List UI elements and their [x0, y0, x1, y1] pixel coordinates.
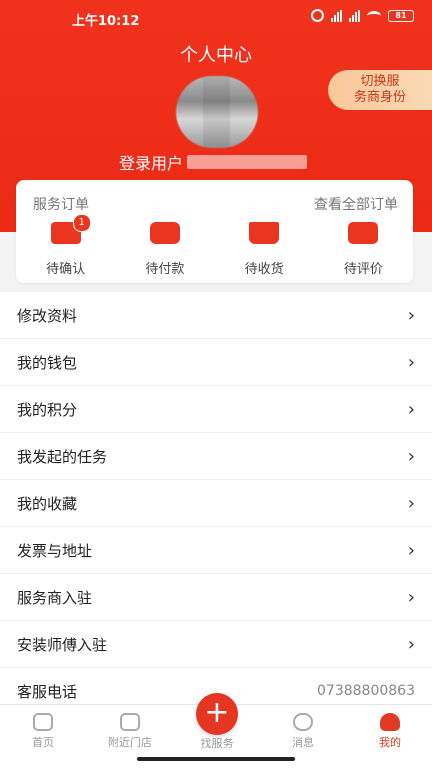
login-prefix: 登录用户 [119, 154, 184, 173]
switch-role-line1: 切换服 [360, 74, 400, 89]
service-phone-number[interactable]: 07388800863 [317, 683, 415, 699]
tab-label: 附近门店 [108, 736, 152, 749]
menu-label: 安装师傅入驻 [17, 635, 108, 654]
view-all-orders-link[interactable]: 查看全部订单 [314, 194, 398, 214]
orders-title: 服务订单 [33, 197, 89, 213]
menu-label: 我的收藏 [17, 494, 78, 513]
blurred-username [187, 155, 308, 169]
battery-icon: 81 [388, 9, 414, 22]
pending-count-badge: 1 [72, 214, 91, 232]
chevron-right-icon: › [407, 586, 415, 608]
order-pending-payment[interactable]: 待付款 [129, 222, 201, 277]
tab-label: 首页 [32, 736, 54, 749]
user-icon [380, 713, 400, 731]
chevron-right-icon: › [407, 445, 415, 467]
order-label: 待付款 [145, 262, 185, 277]
tab-messages[interactable]: 消息 [263, 713, 343, 750]
profile-menu: 修改资料 › 我的钱包 › 我的积分 › 我发起的任务 › 我的收藏 › 发票与… [0, 292, 432, 715]
tab-label: 找服务 [200, 737, 234, 750]
status-time: 上午10:12 [72, 14, 140, 29]
wifi-icon [367, 10, 381, 21]
chat-bubble-icon [348, 222, 379, 244]
menu-my-favorites[interactable]: 我的收藏 › [0, 480, 432, 527]
store-icon [120, 713, 140, 731]
chevron-right-icon: › [407, 539, 415, 561]
alarm-icon [311, 9, 324, 22]
menu-invoice-address[interactable]: 发票与地址 › [0, 527, 432, 574]
switch-role-button[interactable]: 切换服 务商身份 [328, 70, 432, 110]
avatar[interactable] [176, 76, 258, 148]
order-label: 待收货 [244, 262, 284, 277]
tray-download-icon [249, 222, 280, 244]
order-pending-review[interactable]: 待评价 [327, 222, 399, 277]
switch-role-line2: 务商身份 [353, 90, 406, 105]
tab-home[interactable]: 首页 [3, 713, 83, 750]
menu-provider-join[interactable]: 服务商入驻 › [0, 574, 432, 621]
menu-label: 我的积分 [17, 400, 78, 419]
signal-icon [331, 9, 342, 22]
chevron-right-icon: › [407, 633, 415, 655]
menu-label: 客服电话 [17, 682, 78, 701]
tab-find-service[interactable]: 找服务 [177, 735, 257, 751]
find-service-plus-button[interactable]: + [196, 693, 238, 735]
tab-label: 消息 [292, 736, 314, 749]
signal-icon-2 [349, 9, 360, 22]
wallet-icon [149, 222, 180, 244]
menu-my-wallet[interactable]: 我的钱包 › [0, 339, 432, 386]
order-label: 待确认 [46, 262, 86, 277]
message-icon [293, 713, 313, 731]
order-pending-receipt[interactable]: 待收货 [228, 222, 300, 277]
menu-label: 我的钱包 [17, 353, 78, 372]
menu-label: 发票与地址 [17, 541, 93, 560]
status-icons: 81 [311, 9, 414, 22]
chevron-right-icon: › [407, 492, 415, 514]
menu-my-tasks[interactable]: 我发起的任务 › [0, 433, 432, 480]
chevron-right-icon: › [407, 398, 415, 420]
menu-my-points[interactable]: 我的积分 › [0, 386, 432, 433]
tab-label: 我的 [379, 736, 401, 749]
menu-label: 修改资料 [17, 306, 78, 325]
menu-label: 我发起的任务 [17, 447, 108, 466]
menu-edit-profile[interactable]: 修改资料 › [0, 292, 432, 339]
menu-installer-join[interactable]: 安装师傅入驻 › [0, 621, 432, 668]
plus-icon: + [204, 695, 230, 730]
login-username[interactable]: 登录用户 [119, 150, 308, 174]
status-bar: 上午10:12 81 [0, 0, 432, 36]
service-orders-card: 服务订单 查看全部订单 1 待确认 待付款 待收货 待评价 [16, 180, 413, 283]
home-indicator [137, 757, 295, 761]
order-label: 待评价 [343, 262, 383, 277]
tab-mine[interactable]: 我的 [350, 713, 430, 750]
home-icon [33, 713, 53, 731]
chevron-right-icon: › [407, 304, 415, 326]
order-pending-confirm[interactable]: 1 待确认 [30, 214, 102, 277]
page-title: 个人中心 [180, 45, 252, 66]
tab-nearby-stores[interactable]: 附近门店 [90, 713, 170, 750]
menu-label: 服务商入驻 [17, 588, 93, 607]
chevron-right-icon: › [407, 351, 415, 373]
